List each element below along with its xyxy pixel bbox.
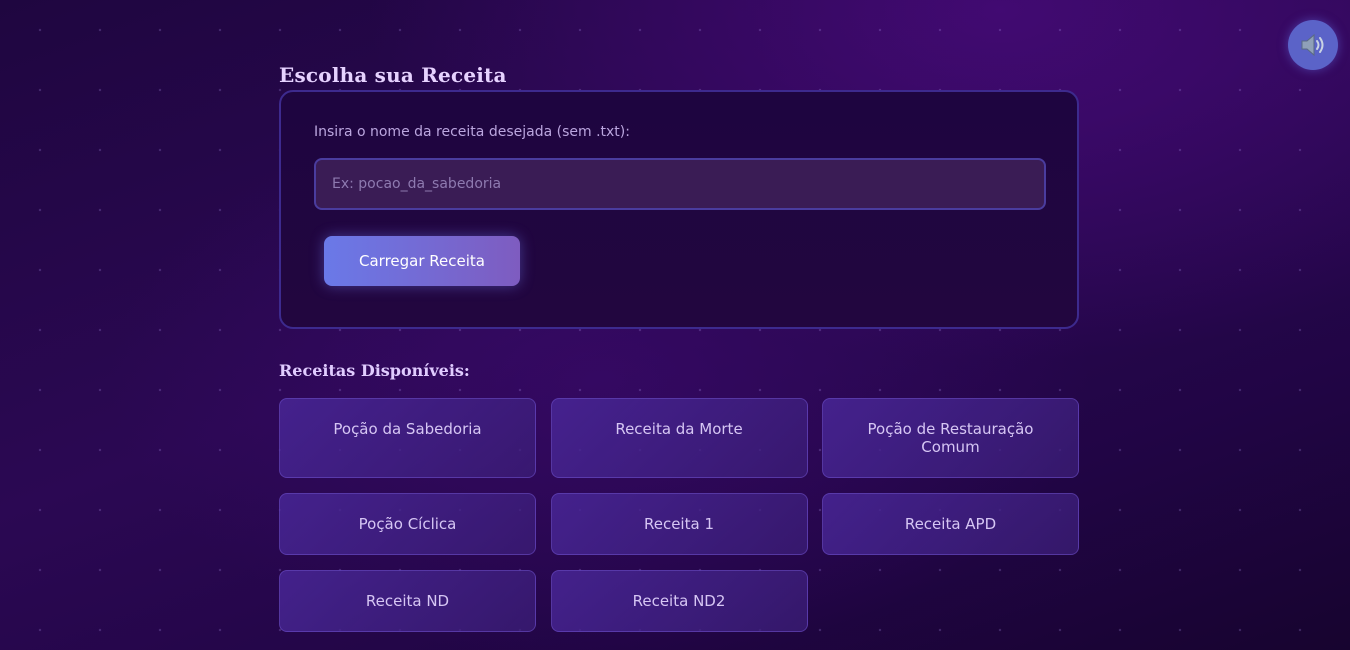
recipe-card[interactable]: Receita APD (822, 493, 1079, 555)
recipe-card[interactable]: Poção da Sabedoria (279, 398, 536, 478)
recipe-card-label: Poção de Restauração Comum (867, 420, 1034, 456)
recipe-card[interactable]: Receita ND (279, 570, 536, 632)
sound-toggle-button[interactable] (1288, 20, 1338, 70)
recipe-card-label: Poção da Sabedoria (333, 420, 482, 438)
recipes-grid: Poção da Sabedoria Receita da Morte Poçã… (279, 398, 1079, 632)
available-recipes-title: Receitas Disponíveis: (279, 361, 470, 380)
speaker-icon (1299, 32, 1327, 58)
recipe-name-label: Insira o nome da receita desejada (sem .… (314, 124, 630, 140)
recipe-card[interactable]: Receita ND2 (550, 570, 808, 632)
recipe-card[interactable]: Poção Cíclica (279, 493, 536, 555)
load-recipe-button[interactable]: Carregar Receita (324, 236, 520, 286)
main-container: Escolha sua Receita Insira o nome da rec… (279, 60, 1079, 632)
recipe-card-label: Receita da Morte (615, 420, 743, 438)
recipe-card-label: Receita ND2 (632, 592, 726, 610)
recipe-form-card: Insira o nome da receita desejada (sem .… (279, 90, 1079, 329)
recipe-card-label: Receita ND (365, 592, 450, 610)
recipe-card[interactable]: Receita da Morte (550, 398, 808, 478)
recipe-card[interactable]: Receita 1 (550, 493, 808, 555)
recipe-card-label: Receita APD (904, 515, 997, 533)
recipe-card-label: Receita 1 (643, 515, 714, 533)
recipe-card[interactable]: Poção de Restauração Comum (822, 398, 1079, 478)
recipe-card-label: Poção Cíclica (358, 515, 457, 533)
page-title: Escolha sua Receita (279, 63, 507, 87)
recipe-name-input[interactable] (314, 158, 1046, 210)
